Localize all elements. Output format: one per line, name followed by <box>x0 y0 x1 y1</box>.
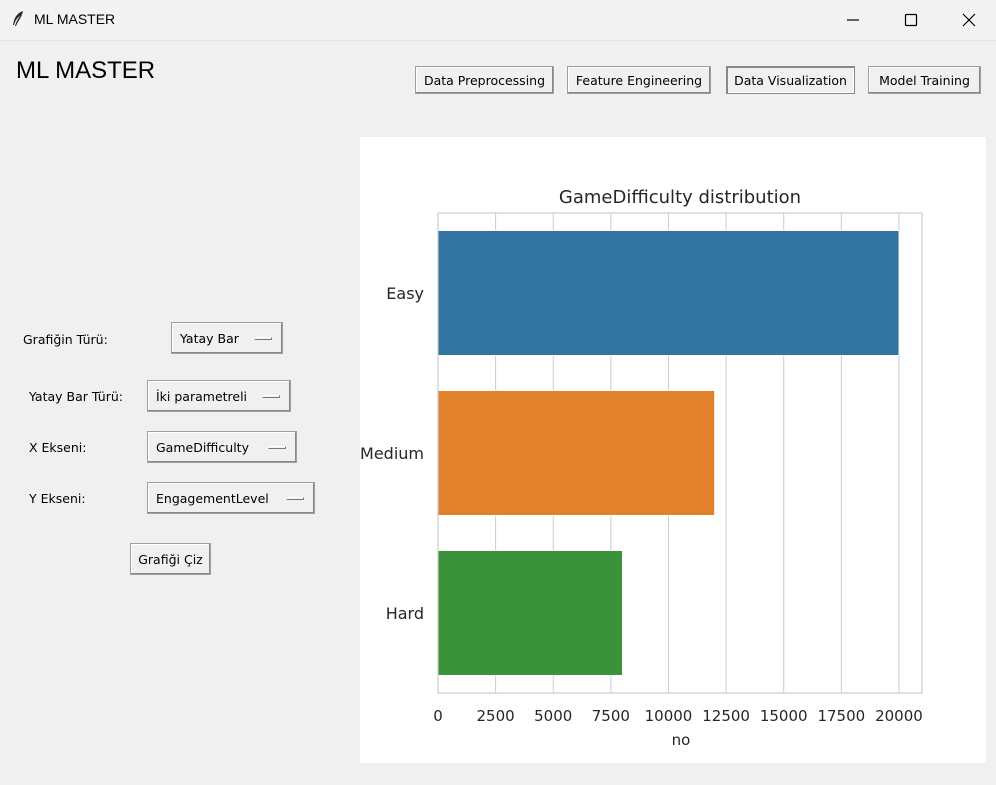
y-tick-label: Hard <box>386 604 424 623</box>
tab-feature-engineering[interactable]: Feature Engineering <box>567 66 711 94</box>
x-tick-label: 12500 <box>702 707 750 725</box>
x-axis-value: GameDifficulty <box>156 439 249 455</box>
bar-type-value: İki parametreli <box>156 388 248 404</box>
dropdown-indicator-icon <box>268 446 286 449</box>
page-title: ML MASTER <box>16 57 156 84</box>
y-tick-label: Medium <box>360 444 424 463</box>
window-title: ML MASTER <box>34 11 116 27</box>
tab-model-training[interactable]: Model Training <box>868 66 981 94</box>
x-tick-label: 15000 <box>760 707 808 725</box>
minimize-button[interactable] <box>824 0 882 40</box>
tab-data-visualization[interactable]: Data Visualization <box>726 66 855 94</box>
x-axis-label: X Ekseni: <box>29 440 87 455</box>
x-tick-label: 20000 <box>875 707 923 725</box>
x-tick-label: 5000 <box>534 707 572 725</box>
feather-icon <box>13 11 23 26</box>
tab-data-preprocessing[interactable]: Data Preprocessing <box>415 66 554 94</box>
x-tick-label: 10000 <box>645 707 693 725</box>
chart-svg: Easy Medium Hard 0 2500 5000 7500 10000 12500 150… <box>360 187 923 749</box>
chart-title: GameDifficulty distribution <box>559 187 801 208</box>
x-axis-label: no <box>672 731 691 749</box>
x-tick-label: 0 <box>433 707 443 725</box>
bar-type-label: Yatay Bar Türü: <box>29 389 123 404</box>
bar-easy <box>437 230 900 356</box>
maximize-button[interactable] <box>882 0 940 40</box>
bar-medium <box>437 390 715 516</box>
maximize-icon <box>904 13 918 27</box>
chart-canvas: Easy Medium Hard 0 2500 5000 7500 10000 12500 150… <box>360 137 986 763</box>
bar-hard <box>437 550 623 676</box>
close-icon <box>962 13 976 27</box>
y-tick-label: Easy <box>386 284 424 303</box>
chart-type-label: Grafiğin Türü: <box>23 332 108 347</box>
dropdown-indicator-icon <box>286 497 304 500</box>
y-axis-select[interactable]: EngagementLevel <box>147 482 315 514</box>
draw-chart-button[interactable]: Grafiği Çiz <box>130 543 211 575</box>
dropdown-indicator-icon <box>262 395 280 398</box>
x-tick-label: 7500 <box>592 707 630 725</box>
y-axis-value: EngagementLevel <box>156 490 269 506</box>
x-tick-label: 2500 <box>477 707 515 725</box>
dropdown-indicator-icon <box>254 337 272 340</box>
chart-type-value: Yatay Bar <box>180 330 239 346</box>
close-button[interactable] <box>940 0 996 40</box>
y-axis-label: Y Ekseni: <box>29 491 86 506</box>
chart-type-select[interactable]: Yatay Bar <box>171 322 283 354</box>
minimize-icon <box>847 19 859 21</box>
bar-type-select[interactable]: İki parametreli <box>147 380 291 412</box>
window-titlebar: ML MASTER <box>0 0 996 41</box>
x-tick-label: 17500 <box>817 707 865 725</box>
x-axis-select[interactable]: GameDifficulty <box>147 431 297 463</box>
